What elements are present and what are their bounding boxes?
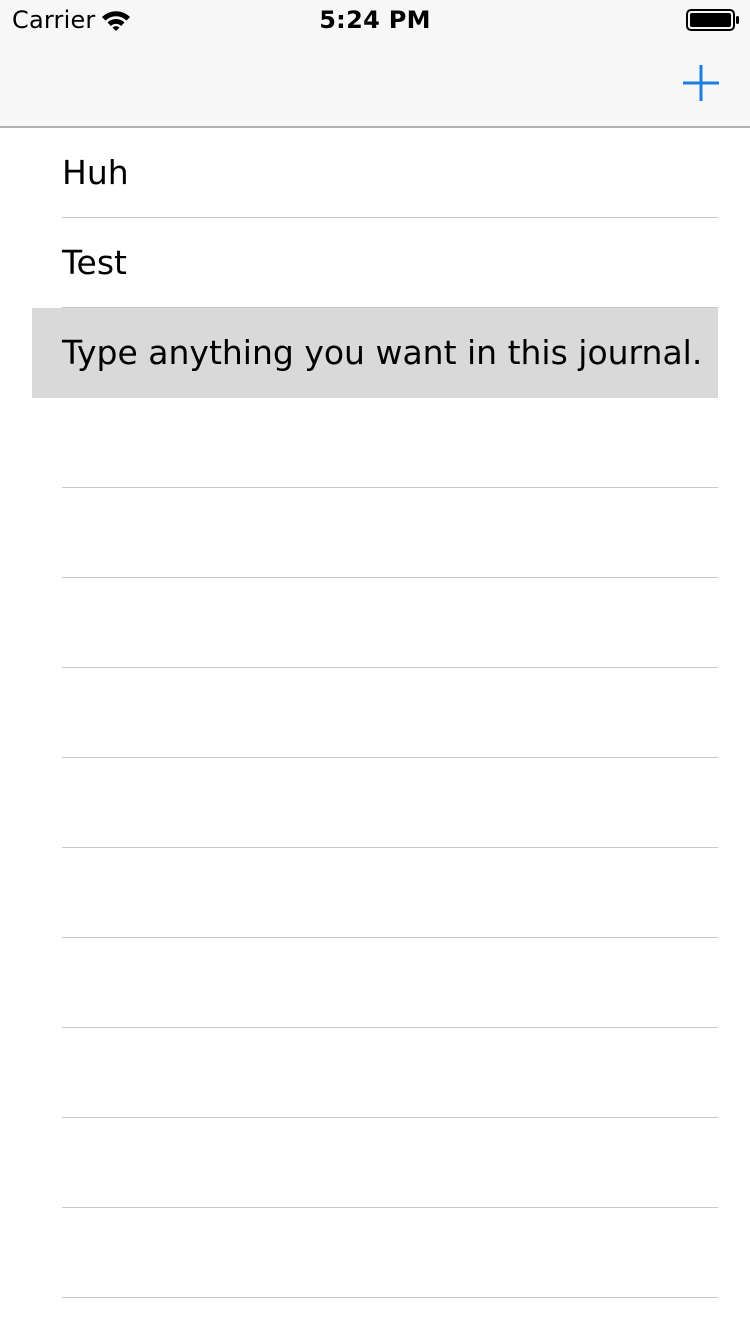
entry-title: Test — [62, 243, 127, 282]
journal-list[interactable]: Huh Test Type anything you want in this … — [0, 128, 750, 1334]
status-time: 5:24 PM — [319, 6, 431, 34]
entry-title: Type anything you want in this journal. — [62, 333, 703, 372]
plus-icon — [683, 65, 719, 101]
top-bar: Carrier 5:24 PM — [0, 0, 750, 128]
add-entry-button[interactable] — [676, 58, 726, 108]
list-item[interactable]: Test — [0, 218, 750, 308]
empty-row — [0, 668, 750, 758]
empty-row — [0, 1028, 750, 1118]
entry-title: Huh — [62, 153, 129, 192]
row-background — [32, 218, 718, 308]
empty-row — [0, 488, 750, 578]
list-item-selected[interactable]: Type anything you want in this journal. — [0, 308, 750, 398]
empty-row — [0, 848, 750, 938]
row-separator — [62, 1297, 718, 1298]
empty-row — [0, 1118, 750, 1208]
empty-row — [0, 578, 750, 668]
empty-row — [0, 398, 750, 488]
empty-row — [0, 938, 750, 1028]
empty-row — [0, 758, 750, 848]
navigation-bar — [0, 40, 750, 126]
empty-row — [0, 1208, 750, 1298]
battery-icon — [686, 9, 739, 31]
list-item[interactable]: Huh — [0, 128, 750, 218]
row-background — [32, 128, 718, 218]
status-bar: Carrier 5:24 PM — [0, 0, 750, 40]
